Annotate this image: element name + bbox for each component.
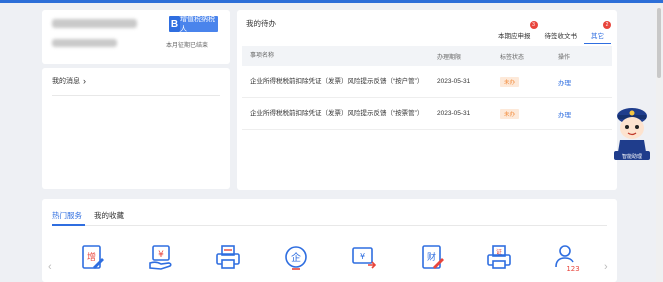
svg-text:¥: ¥ [360,252,365,261]
divider [52,95,220,96]
tab-label: 本期应申报 [498,33,531,40]
active-tab-indicator [52,224,85,226]
tab-other[interactable]: 其它 2 [584,21,611,44]
column-header-action: 操作 [558,54,571,61]
print-icon[interactable] [214,243,242,273]
my-messages-label: 我的消息 [52,78,80,85]
assistant-mascot[interactable]: 智能助理 [612,104,652,162]
tab-label: 其它 [591,32,604,40]
column-header-name: 事项名称 [250,53,275,59]
table-row: 企业所得税税前扣除凭证（发票）风险提示反馈（“按票管”） 2023-05-31 … [242,98,612,130]
redacted-tax-id [52,39,117,47]
svg-text:财: 财 [427,251,436,263]
status-cell: 未办 [500,98,520,129]
my-messages-link[interactable]: 我的消息 › [52,76,86,86]
services-card: 热门服务 我的收藏 ‹ › 增 ¥ 企 ¥ 财 证 123 [42,199,617,282]
enterprise-icon[interactable]: 企 [282,243,310,273]
item-name: 企业所得税税前扣除凭证（发票）风险提示反馈（“按户管”） [250,77,424,85]
table-header: 事项名称 办理期限 标签状态 操作 [242,46,612,66]
status-badge: 未办 [500,76,520,87]
carousel-prev-icon[interactable]: ‹ [48,261,52,273]
divider [52,225,607,226]
tab-hot-services[interactable]: 热门服务 [52,207,82,223]
redacted-company-name [52,19,137,28]
svg-text:企: 企 [291,251,301,264]
profile-card: B 增值税纳税人 本月征期已结束 [42,10,230,64]
item-deadline: 2023-05-31 [437,78,471,85]
glyph: 增 [87,251,96,263]
todo-tabs: 本期应申报 3 待签收文书 其它 2 [491,21,611,44]
todo-card: 我的待办 本期应申报 3 待签收文书 其它 2 事项名称 办理期限 标签状态 操… [237,10,617,190]
services-tabs: 热门服务 我的收藏 [52,207,124,223]
invoice-transfer-icon[interactable]: ¥ [350,243,378,273]
carousel-next-icon[interactable]: › [604,261,608,273]
todo-title: 我的待办 [246,19,276,28]
column-header-deadline: 办理期限 [437,54,462,61]
financial-report-icon[interactable]: 财 [418,243,446,273]
handle-link[interactable]: 办理 [558,66,571,97]
item-deadline: 2023-05-31 [437,110,471,117]
tab-pending-documents[interactable]: 待签收文书 [538,26,585,44]
scrollbar-thumb[interactable] [657,8,661,78]
vat-invoice-icon[interactable]: 增 [78,243,106,273]
chevron-right-icon: › [83,76,86,86]
tab-count-badge: 3 [529,21,538,29]
column-header-status: 标签状态 [500,54,525,61]
tab-current-filing[interactable]: 本期应申报 3 [491,21,538,44]
filing-period-note: 本月征期已结束 [166,43,209,49]
table-row: 企业所得税税前扣除凭证（发票）风险提示反馈（“按户管”） 2023-05-31 … [242,66,612,98]
item-name: 企业所得税税前扣除凭证（发票）风险提示反馈（“按票管”） [250,109,424,117]
svg-text:¥: ¥ [158,250,164,260]
user-account-icon[interactable]: 123 [553,243,581,273]
svg-text:123: 123 [566,265,579,273]
taxpayer-type-tag: 增值税纳税人 [180,16,218,33]
taxpayer-badge-icon: B [169,16,180,32]
status-cell: 未办 [500,66,520,97]
tab-my-favorites[interactable]: 我的收藏 [94,207,124,223]
status-badge: 未办 [500,108,520,119]
tab-label: 待签收文书 [544,33,578,40]
mascot-caption: 智能助理 [622,153,642,160]
top-accent-bar [0,0,663,3]
certificate-print-icon[interactable]: 证 [485,243,513,273]
handle-link[interactable]: 办理 [558,98,571,129]
messages-card: 我的消息 › [42,68,230,189]
tax-payment-icon[interactable]: ¥ [147,243,175,273]
tab-count-badge: 2 [603,21,611,29]
